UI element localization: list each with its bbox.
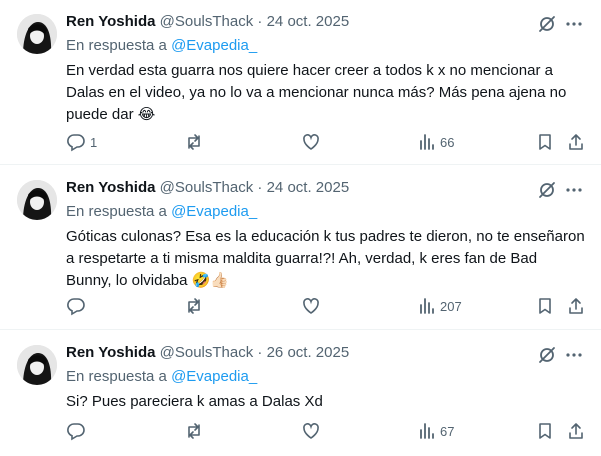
views-count: 67 xyxy=(440,423,455,439)
tweet-emoji: 🤣👍🏻 xyxy=(191,272,230,289)
like-icon xyxy=(303,298,319,314)
separator: · xyxy=(257,179,263,196)
author-handle[interactable]: @SoulsThack xyxy=(160,179,254,196)
repost-button[interactable] xyxy=(184,132,208,152)
timestamp[interactable]: 26 oct. 2025 xyxy=(267,344,350,361)
tweet-header: Ren Yoshida @SoulsThack · 26 oct. 2025 xyxy=(66,343,349,363)
reply-button[interactable] xyxy=(66,296,90,316)
views-count: 66 xyxy=(440,134,455,150)
timestamp[interactable]: 24 oct. 2025 xyxy=(267,13,350,30)
views-icon xyxy=(420,298,434,314)
reply-mention[interactable]: @Evapedia_ xyxy=(171,203,257,220)
views-button[interactable]: 66 xyxy=(418,132,454,152)
share-icon[interactable] xyxy=(566,132,586,152)
repost-icon xyxy=(188,423,200,439)
author-handle[interactable]: @SoulsThack xyxy=(160,13,254,30)
views-button[interactable]: 67 xyxy=(418,421,454,441)
repost-button[interactable] xyxy=(184,421,208,441)
like-button[interactable] xyxy=(301,132,325,152)
repost-icon xyxy=(188,134,200,150)
tweet-text: Góticas culonas? Esa es la educación k t… xyxy=(66,226,586,292)
reply-context: En respuesta a @Evapedia_ xyxy=(66,36,257,56)
avatar[interactable] xyxy=(17,180,57,220)
timestamp[interactable]: 24 oct. 2025 xyxy=(267,179,350,196)
views-icon xyxy=(420,423,434,439)
reply-mention[interactable]: @Evapedia_ xyxy=(171,37,257,54)
views-count: 207 xyxy=(440,298,462,314)
author-handle[interactable]: @SoulsThack xyxy=(160,344,254,361)
grok-icon[interactable] xyxy=(537,180,557,200)
share-icon[interactable] xyxy=(566,296,586,316)
share-icon[interactable] xyxy=(566,421,586,441)
bookmark-icon[interactable] xyxy=(535,296,555,316)
bookmark-icon[interactable] xyxy=(535,421,555,441)
reply-icon xyxy=(67,423,85,441)
repost-button[interactable] xyxy=(184,296,208,316)
like-icon xyxy=(303,134,319,150)
reply-mention[interactable]: @Evapedia_ xyxy=(171,368,257,385)
like-icon xyxy=(303,423,319,439)
grok-icon[interactable] xyxy=(537,345,557,365)
views-icon xyxy=(420,134,434,150)
author-name[interactable]: Ren Yoshida xyxy=(66,179,155,196)
reply-icon xyxy=(67,134,85,152)
tweet-header: Ren Yoshida @SoulsThack · 24 oct. 2025 xyxy=(66,12,349,32)
tweet-text-body: Si? Pues pareciera k amas a Dalas Xd xyxy=(66,393,323,410)
repost-icon xyxy=(188,298,200,314)
avatar[interactable] xyxy=(17,14,57,54)
reply-button[interactable] xyxy=(66,421,90,441)
avatar[interactable] xyxy=(17,345,57,385)
tweet-3[interactable]: Ren Yoshida @SoulsThack · 26 oct. 2025 E… xyxy=(0,331,601,456)
reply-context: En respuesta a @Evapedia_ xyxy=(66,367,257,387)
reply-context: En respuesta a @Evapedia_ xyxy=(66,202,257,222)
more-icon[interactable] xyxy=(563,14,585,34)
reply-prefix: En respuesta a xyxy=(66,37,167,54)
tweet-text-body: Góticas culonas? Esa es la educación k t… xyxy=(66,228,585,289)
separator: · xyxy=(257,13,263,30)
views-button[interactable]: 207 xyxy=(418,296,462,316)
tweet-text: Si? Pues pareciera k amas a Dalas Xd xyxy=(66,391,586,413)
author-name[interactable]: Ren Yoshida xyxy=(66,344,155,361)
tweet-2[interactable]: Ren Yoshida @SoulsThack · 24 oct. 2025 E… xyxy=(0,166,601,330)
reply-icon xyxy=(67,298,85,316)
like-button[interactable] xyxy=(301,296,325,316)
tweet-emoji: 😂 xyxy=(137,106,156,123)
reply-prefix: En respuesta a xyxy=(66,368,167,385)
reply-prefix: En respuesta a xyxy=(66,203,167,220)
tweet-1[interactable]: Ren Yoshida @SoulsThack · 24 oct. 2025 E… xyxy=(0,0,601,165)
grok-icon[interactable] xyxy=(537,14,557,34)
author-name[interactable]: Ren Yoshida xyxy=(66,13,155,30)
more-icon[interactable] xyxy=(563,345,585,365)
reply-count: 1 xyxy=(90,134,98,150)
tweet-header: Ren Yoshida @SoulsThack · 24 oct. 2025 xyxy=(66,178,349,198)
separator: · xyxy=(257,344,263,361)
more-icon[interactable] xyxy=(563,180,585,200)
like-button[interactable] xyxy=(301,421,325,441)
bookmark-icon[interactable] xyxy=(535,132,555,152)
reply-button[interactable]: 1 xyxy=(66,132,97,152)
tweet-text: En verdad esta guarra nos quiere hacer c… xyxy=(66,60,586,126)
